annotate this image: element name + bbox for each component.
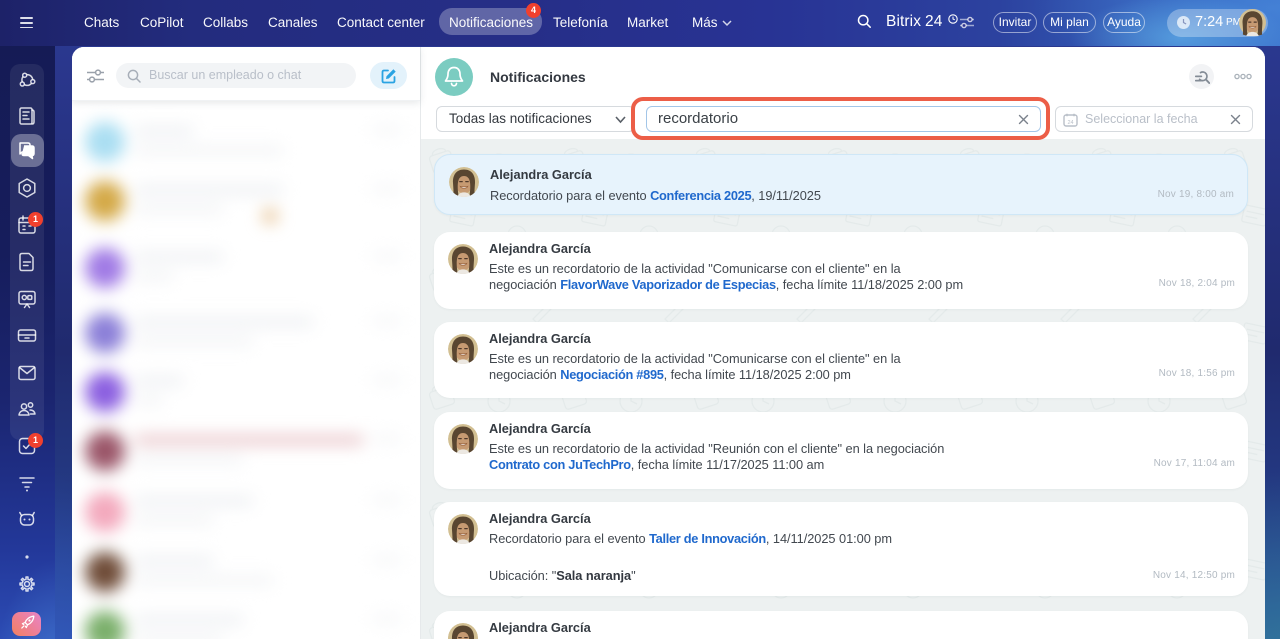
svg-text:24: 24 (1067, 120, 1073, 126)
